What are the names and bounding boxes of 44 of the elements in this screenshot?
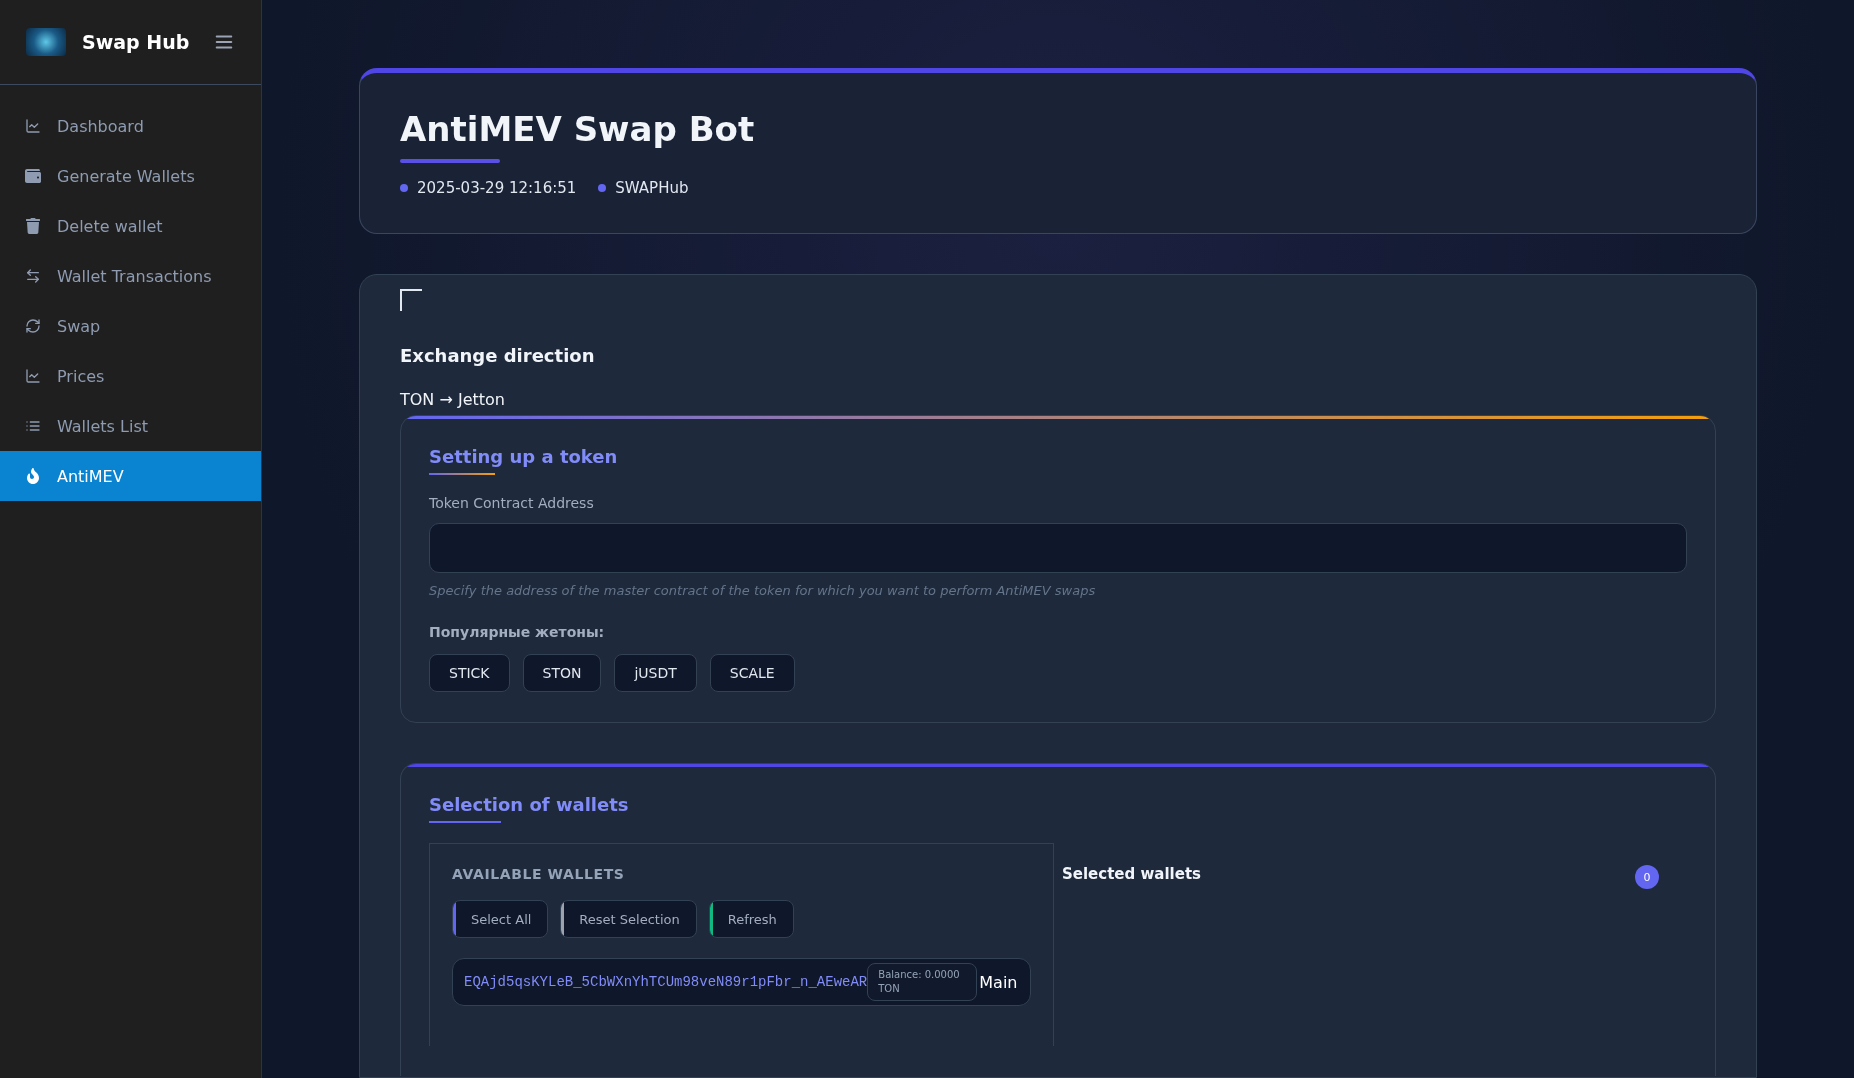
- token-chip[interactable]: jUSDT: [614, 654, 697, 692]
- wallet-tag: Main: [977, 972, 1020, 992]
- action-button[interactable]: Select All: [452, 900, 549, 938]
- meta-text: SWAPHub: [598, 179, 689, 197]
- sidebar-item[interactable]: Dashboard: [0, 101, 261, 151]
- sidebar-item[interactable]: Wallets List: [0, 401, 261, 451]
- action-button[interactable]: Refresh: [708, 900, 794, 938]
- field-label: Token Contract Address: [429, 495, 595, 511]
- popular-label: Популярные жетоны:: [429, 624, 606, 640]
- page-title: AntiMEV Swap Bot: [400, 109, 755, 149]
- refresh-icon: [25, 318, 41, 334]
- sidebar-item[interactable]: Delete wallet: [0, 201, 261, 251]
- sidebar-item[interactable]: Generate Wallets: [0, 151, 261, 201]
- count-badge: 0: [1635, 865, 1659, 889]
- meta-text: 2025-03-29 12:16:51: [400, 179, 577, 197]
- action-button[interactable]: Reset Selection: [560, 900, 697, 938]
- flame-icon: [25, 468, 41, 484]
- token-chip[interactable]: STON: [522, 654, 602, 692]
- sidebar-item[interactable]: Wallet Transactions: [0, 251, 261, 301]
- sidebar-item[interactable]: Swap: [0, 301, 261, 351]
- chart-icon: [25, 118, 41, 134]
- direction-text: TON → Jetton: [400, 390, 506, 411]
- wallet-row[interactable]: EQAjd5qsKYLeB_5CbWXnYhTCUm98veN89r1pFbr_n_AEweAR Balance: 0.0000 TON Main: [452, 958, 1031, 1006]
- sidebar-item[interactable]: AntiMEV: [0, 451, 261, 501]
- hint-text: Specify the address of the master contract of the token for which you want to perform AntiMEV swaps: [429, 583, 1097, 598]
- token-chip[interactable]: STICK: [429, 654, 510, 692]
- panel-title: Setting up a token: [429, 446, 618, 467]
- chart-icon: [25, 368, 41, 384]
- token-chip[interactable]: SCALE: [709, 654, 795, 692]
- wallet-address: EQAjd5qsKYLeB_5CbWXnYhTCUm98veN89r1pFbr_n_AEweAR: [464, 974, 868, 990]
- corner-mark: [400, 289, 422, 311]
- panel-heading: Selected wallets: [1062, 865, 1202, 883]
- wallet-icon: [25, 168, 41, 184]
- logo-icon: [26, 28, 66, 56]
- arrows-icon: [25, 268, 41, 284]
- list-icon: [25, 418, 41, 434]
- balance-badge: Balance: 0.0000 TON: [867, 963, 978, 1001]
- trash-icon: [25, 218, 41, 234]
- panel-heading: AVAILABLE WALLETS: [452, 866, 626, 882]
- brand-name: Swap Hub: [82, 31, 191, 53]
- sidebar-item[interactable]: Prices: [0, 351, 261, 401]
- address-field[interactable]: [429, 523, 1687, 573]
- section-title: Exchange direction: [400, 345, 596, 366]
- panel-title: Selection of wallets: [429, 794, 629, 815]
